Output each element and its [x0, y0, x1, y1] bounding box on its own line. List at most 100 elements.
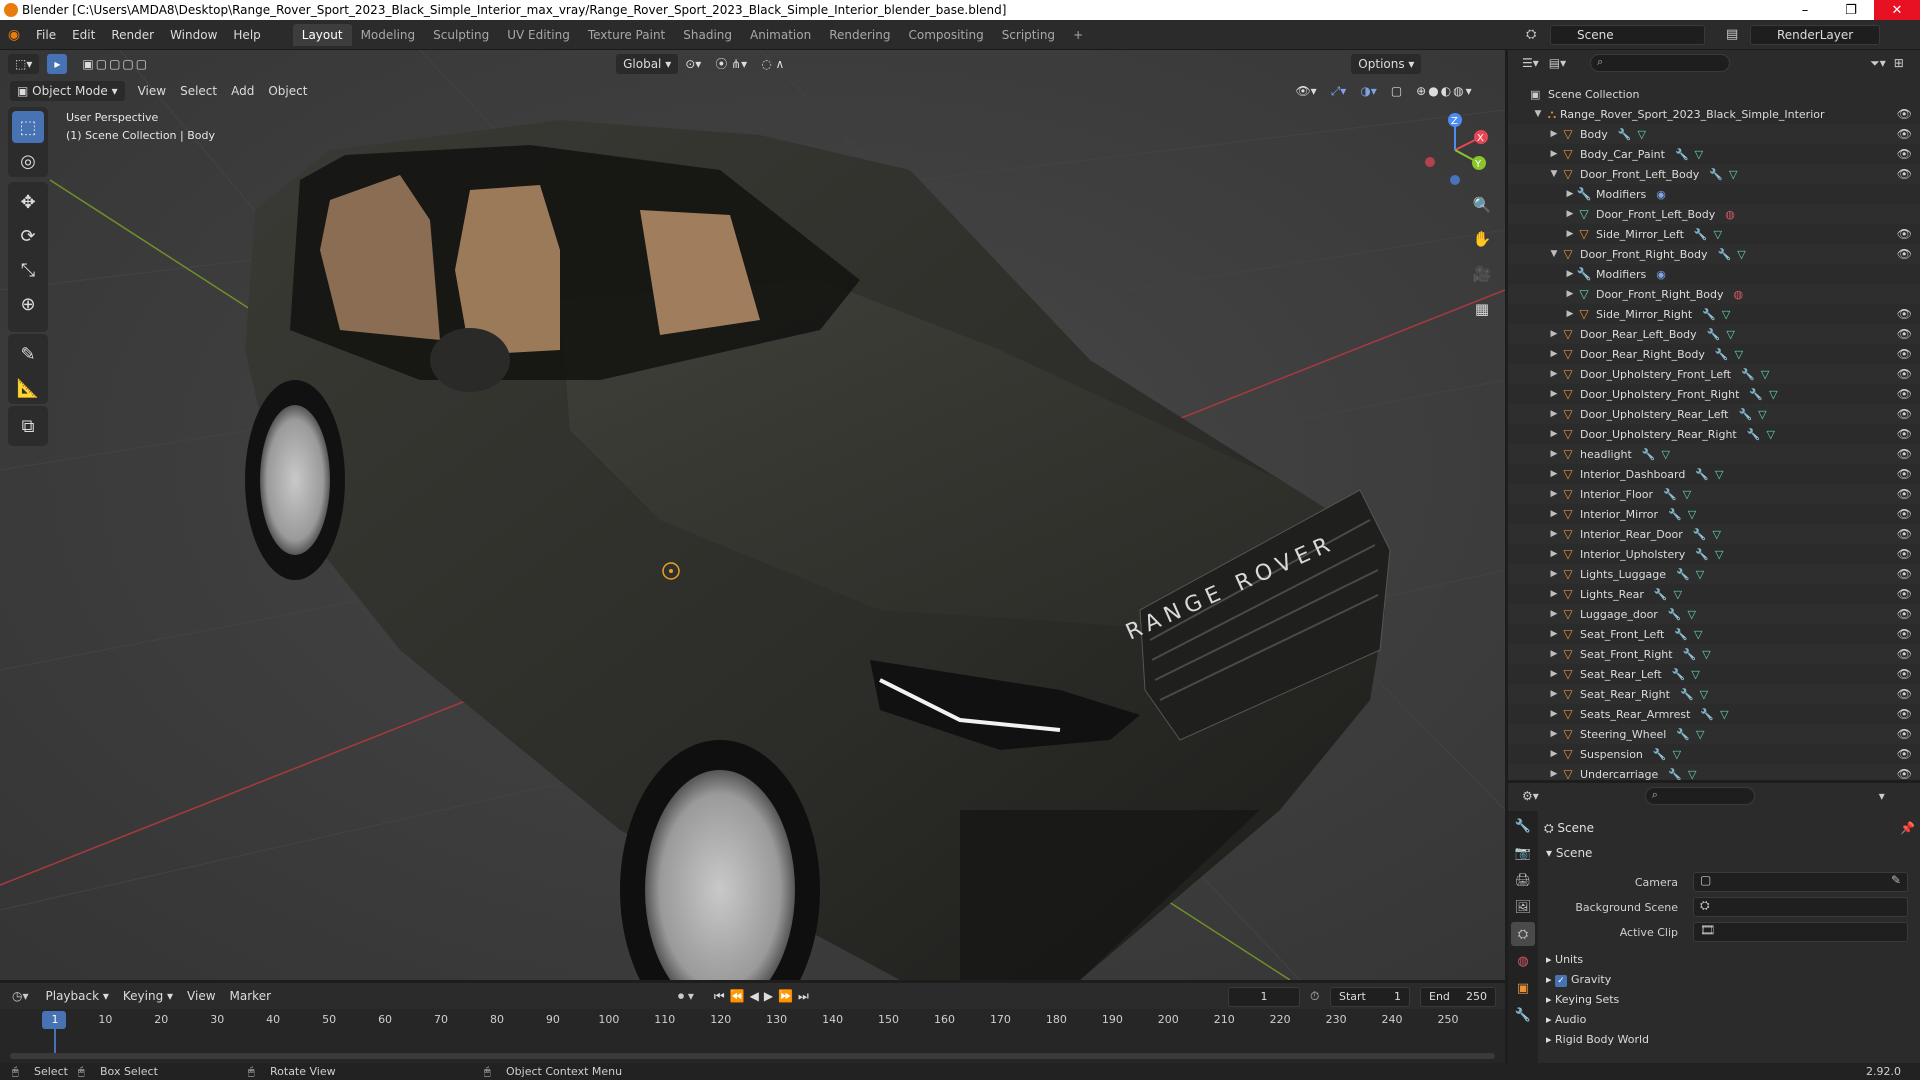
end-frame-field[interactable]: End 250 — [1420, 987, 1496, 1007]
visibility-icon[interactable]: 👁▾ — [1288, 81, 1323, 101]
options-button[interactable]: Options ▾ — [1351, 54, 1422, 74]
outliner-item[interactable]: ▶ ▽ Door_Upholstery_Front_Left 🔧 ▽ 👁 — [1508, 364, 1920, 384]
expand-arrow-icon[interactable]: ▶ — [1548, 429, 1560, 439]
expand-arrow-icon[interactable]: ▶ — [1548, 149, 1560, 159]
pin-icon[interactable]: 📌 — [1900, 821, 1915, 835]
expand-arrow-icon[interactable]: ▶ — [1548, 449, 1560, 459]
outliner-item[interactable]: ▶ ▽ Seat_Front_Right 🔧 ▽ 👁 — [1508, 644, 1920, 664]
zoom-icon[interactable]: 🔍 — [1468, 191, 1496, 219]
view-layer-tab-icon[interactable]: 🖼 — [1511, 895, 1535, 919]
outliner-item[interactable]: ▶ ▽ Side_Mirror_Right 🔧 ▽ 👁 — [1508, 304, 1920, 324]
pan-hand-icon[interactable]: ✋ — [1468, 225, 1496, 253]
expand-arrow-icon[interactable]: ▶ — [1548, 589, 1560, 599]
menu-file[interactable]: File — [28, 24, 64, 46]
scene-section-header[interactable]: ▾ Scene — [1546, 846, 1592, 860]
cursor-tool[interactable]: ◎ — [12, 145, 44, 177]
annotate-tool[interactable]: ✎ — [12, 338, 44, 370]
menu-window[interactable]: Window — [162, 24, 225, 46]
scene-collection-row[interactable]: ▣ Scene Collection — [1508, 84, 1920, 104]
outliner-item[interactable]: ▶ ▽ Body 🔧 ▽ 👁 — [1508, 124, 1920, 144]
active-clip-field[interactable]: 🎞 — [1693, 922, 1908, 942]
expand-arrow-icon[interactable]: ▶ — [1548, 469, 1560, 479]
maximize-button[interactable]: ❐ — [1828, 0, 1874, 20]
outliner-item[interactable]: ▶ ▽ Suspension 🔧 ▽ 👁 — [1508, 744, 1920, 764]
render-tab-icon[interactable]: 📷 — [1511, 841, 1535, 865]
panel-units[interactable]: ▸ Units — [1546, 953, 1583, 966]
expand-arrow-icon[interactable]: ▶ — [1548, 669, 1560, 679]
tab-modeling[interactable]: Modeling — [352, 24, 425, 46]
expand-arrow-icon[interactable]: ▶ — [1548, 609, 1560, 619]
rotate-tool[interactable]: ⟳ — [12, 220, 44, 252]
filter-icon[interactable]: ⏷▾ — [1870, 56, 1886, 71]
camera-view-icon[interactable]: 🎥 — [1468, 260, 1496, 288]
outliner-item[interactable]: ▼ ▽ Door_Front_Left_Body 🔧 ▽ 👁 — [1508, 164, 1920, 184]
expand-arrow-icon[interactable]: ▶ — [1564, 269, 1576, 279]
new-collection-icon[interactable]: ⊞ — [1894, 56, 1904, 70]
expand-arrow-icon[interactable]: ▶ — [1548, 549, 1560, 559]
record-icon[interactable]: ⏺ ▾ — [678, 989, 694, 1004]
visibility-eye-icon[interactable]: 👁 — [1897, 767, 1912, 780]
tab-rendering[interactable]: Rendering — [820, 24, 899, 46]
properties-editor-icon[interactable]: ⚙▾ — [1522, 789, 1539, 803]
properties-search-input[interactable]: ⌕ — [1644, 787, 1755, 805]
visibility-eye-icon[interactable]: 👁 — [1897, 387, 1912, 401]
modifier-tab-icon[interactable]: 🔧 — [1511, 1003, 1535, 1027]
outliner-item[interactable]: ▶ ▽ Luggage_door 🔧 ▽ 👁 — [1508, 604, 1920, 624]
playback-controls[interactable]: ⏮⏪◀▶⏩⏭ — [714, 989, 814, 1004]
ortho-grid-icon[interactable]: ▦ — [1468, 295, 1496, 323]
timeline-scrollbar[interactable] — [10, 1053, 1495, 1059]
scene-tab-icon[interactable]: ⛭ — [1511, 922, 1535, 946]
properties-options-icon[interactable]: ▾ — [1879, 789, 1885, 803]
visibility-eye-icon[interactable]: 👁 — [1897, 347, 1912, 361]
scale-tool[interactable]: ⤡ — [12, 254, 44, 286]
outliner-item[interactable]: ▶ ▽ Seats_Rear_Armrest 🔧 ▽ 👁 — [1508, 704, 1920, 724]
output-tab-icon[interactable]: 🖨 — [1511, 868, 1535, 892]
outliner-search-input[interactable]: ⌕ — [1590, 54, 1731, 72]
eyedropper-icon[interactable]: ✎ — [1891, 873, 1901, 887]
menu-edit[interactable]: Edit — [64, 24, 103, 46]
collection-row[interactable]: ▼ ⛬ Range_Rover_Sport_2023_Black_Simple_… — [1508, 104, 1920, 124]
expand-arrow-icon[interactable]: ▶ — [1564, 289, 1576, 299]
visibility-eye-icon[interactable]: 👁 — [1897, 107, 1912, 121]
outliner-item[interactable]: ▶ ▽ Lights_Luggage 🔧 ▽ 👁 — [1508, 564, 1920, 584]
add-workspace-button[interactable]: + — [1064, 24, 1092, 46]
panel-gravity[interactable]: ▸ ✓ Gravity — [1546, 973, 1611, 987]
visibility-eye-icon[interactable]: 👁 — [1897, 627, 1912, 641]
tab-animation[interactable]: Animation — [741, 24, 820, 46]
outliner-item[interactable]: ▶ ▽ Door_Rear_Right_Body 🔧 ▽ 👁 — [1508, 344, 1920, 364]
tool-tab-icon[interactable]: 🔧 — [1511, 814, 1535, 838]
collapse-arrow-icon[interactable]: ▼ — [1532, 109, 1544, 119]
timeline-editor-icon[interactable]: ◷▾ — [12, 989, 29, 1003]
display-mode-icon[interactable]: ▤▾ — [1549, 56, 1566, 70]
expand-arrow-icon[interactable]: ▶ — [1548, 489, 1560, 499]
visibility-eye-icon[interactable]: 👁 — [1897, 127, 1912, 141]
visibility-eye-icon[interactable]: 👁 — [1897, 487, 1912, 501]
outliner-item[interactable]: ▶ ▽ Interior_Dashboard 🔧 ▽ 👁 — [1508, 464, 1920, 484]
visibility-eye-icon[interactable]: 👁 — [1897, 647, 1912, 661]
visibility-eye-icon[interactable]: 👁 — [1897, 587, 1912, 601]
timeline-menu-playback[interactable]: Playback ▾ — [39, 986, 116, 1006]
outliner-item[interactable]: ▶ ▽ Door_Upholstery_Rear_Right 🔧 ▽ 👁 — [1508, 424, 1920, 444]
panel-rigid-body-world[interactable]: ▸ Rigid Body World — [1546, 1033, 1649, 1046]
object-tab-icon[interactable]: ▣ — [1511, 976, 1535, 1000]
tab-uv-editing[interactable]: UV Editing — [498, 24, 579, 46]
tab-texture-paint[interactable]: Texture Paint — [579, 24, 674, 46]
close-window-button[interactable]: ✕ — [1874, 0, 1920, 20]
mode-selector[interactable]: ▣ Object Mode ▾ — [10, 81, 125, 101]
tab-sculpting[interactable]: Sculpting — [424, 24, 498, 46]
collapse-arrow-icon[interactable]: ▼ — [1548, 249, 1560, 259]
outliner-item[interactable]: ▶ ▽ Interior_Mirror 🔧 ▽ 👁 — [1508, 504, 1920, 524]
timeline-track[interactable]: 1 10 20 30 40 50 60 70 80 90 100 110 120 130 140 150 160… — [0, 1009, 1505, 1063]
expand-arrow-icon[interactable]: ▶ — [1548, 349, 1560, 359]
visibility-eye-icon[interactable]: 👁 — [1897, 307, 1912, 321]
visibility-eye-icon[interactable]: 👁 — [1897, 407, 1912, 421]
visibility-eye-icon[interactable]: 👁 — [1897, 707, 1912, 721]
outliner-item[interactable]: ▶ ▽ Door_Upholstery_Rear_Left 🔧 ▽ 👁 — [1508, 404, 1920, 424]
expand-arrow-icon[interactable]: ▶ — [1548, 529, 1560, 539]
visibility-eye-icon[interactable]: 👁 — [1897, 227, 1912, 241]
expand-arrow-icon[interactable]: ▶ — [1548, 569, 1560, 579]
visibility-eye-icon[interactable]: 👁 — [1897, 567, 1912, 581]
outliner-item[interactable]: ▶ ▽ Interior_Floor 🔧 ▽ 👁 — [1508, 484, 1920, 504]
outliner-item[interactable]: ▶ ▽ Body_Car_Paint 🔧 ▽ 👁 — [1508, 144, 1920, 164]
expand-arrow-icon[interactable]: ▶ — [1564, 209, 1576, 219]
